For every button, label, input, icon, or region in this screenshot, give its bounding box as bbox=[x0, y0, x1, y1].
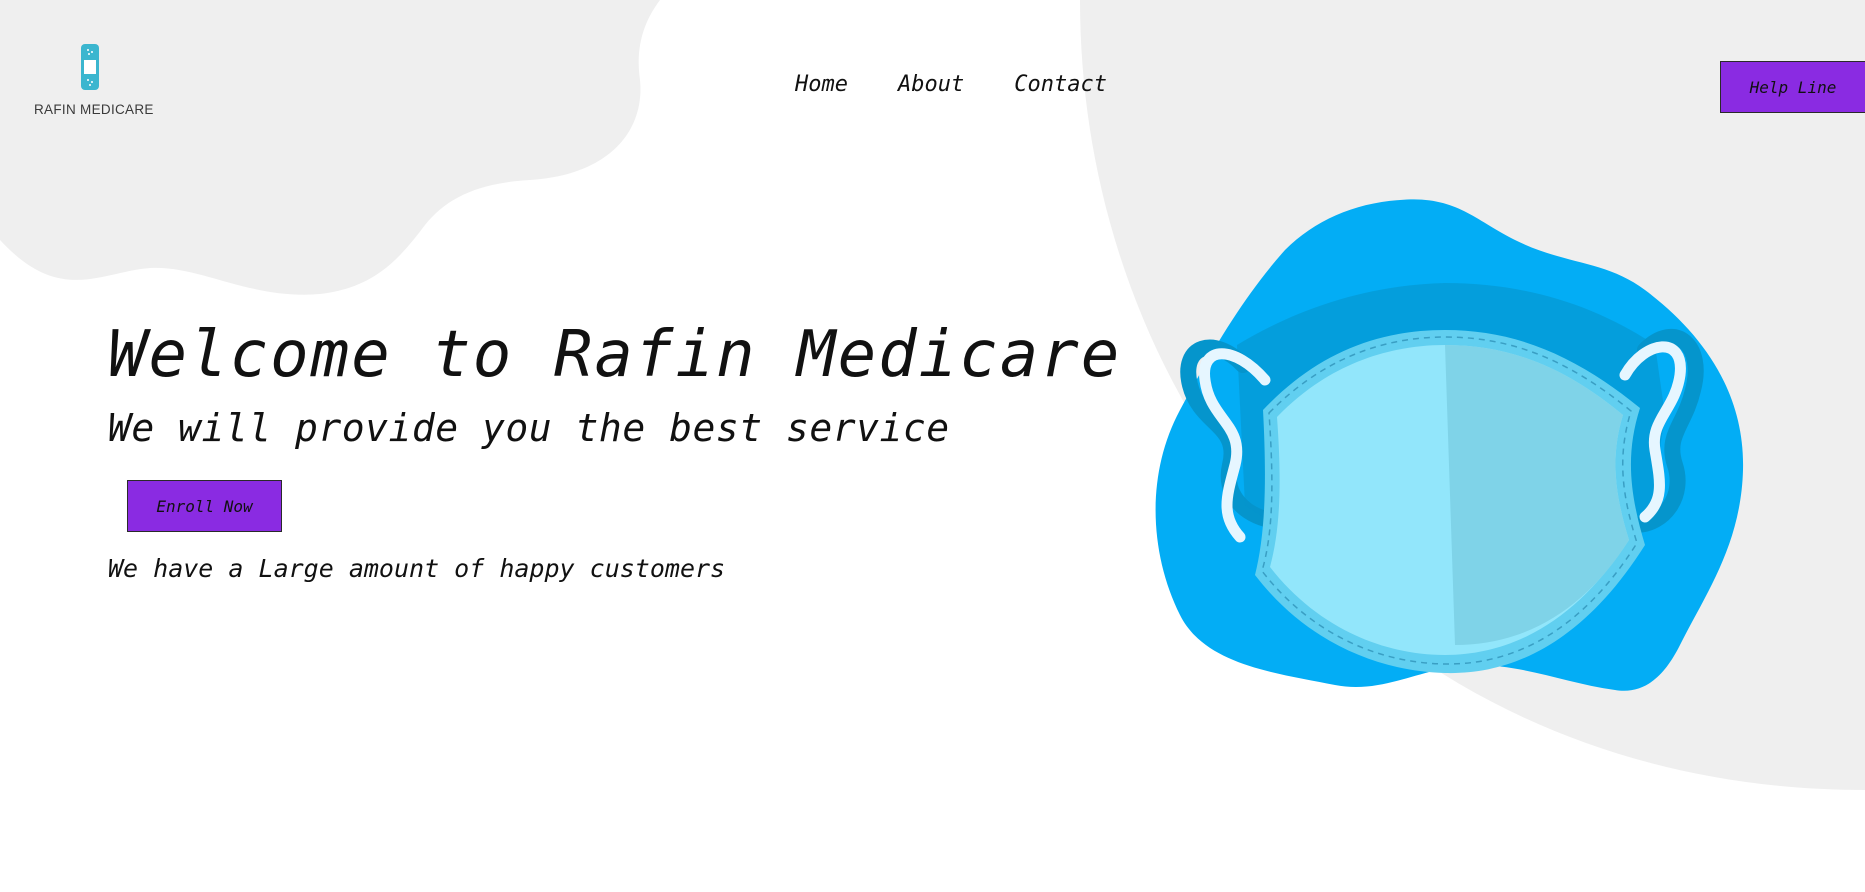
enroll-now-button[interactable]: Enroll Now bbox=[127, 480, 282, 532]
nav-home-link[interactable]: Home bbox=[795, 72, 848, 97]
nav-contact-link[interactable]: Contact bbox=[1014, 72, 1107, 97]
hero-title: Welcome to Rafin Medicare bbox=[108, 318, 1122, 392]
logo[interactable]: RAFIN MEDICARE bbox=[34, 44, 154, 117]
help-line-button[interactable]: Help Line bbox=[1720, 61, 1865, 113]
brand-name: RAFIN MEDICARE bbox=[34, 102, 154, 117]
main-nav: Home About Contact bbox=[795, 72, 1107, 97]
nav-about-link[interactable]: About bbox=[898, 72, 964, 97]
hero-subtitle: We will provide you the best service bbox=[108, 406, 950, 450]
page: RAFIN MEDICARE Home About Contact Help L… bbox=[0, 0, 1865, 892]
bandage-icon bbox=[81, 44, 99, 90]
hero-section: Welcome to Rafin Medicare We will provid… bbox=[108, 318, 1121, 583]
face-mask-icon bbox=[1155, 199, 1744, 691]
hero-note: We have a Large amount of happy customer… bbox=[108, 554, 726, 583]
